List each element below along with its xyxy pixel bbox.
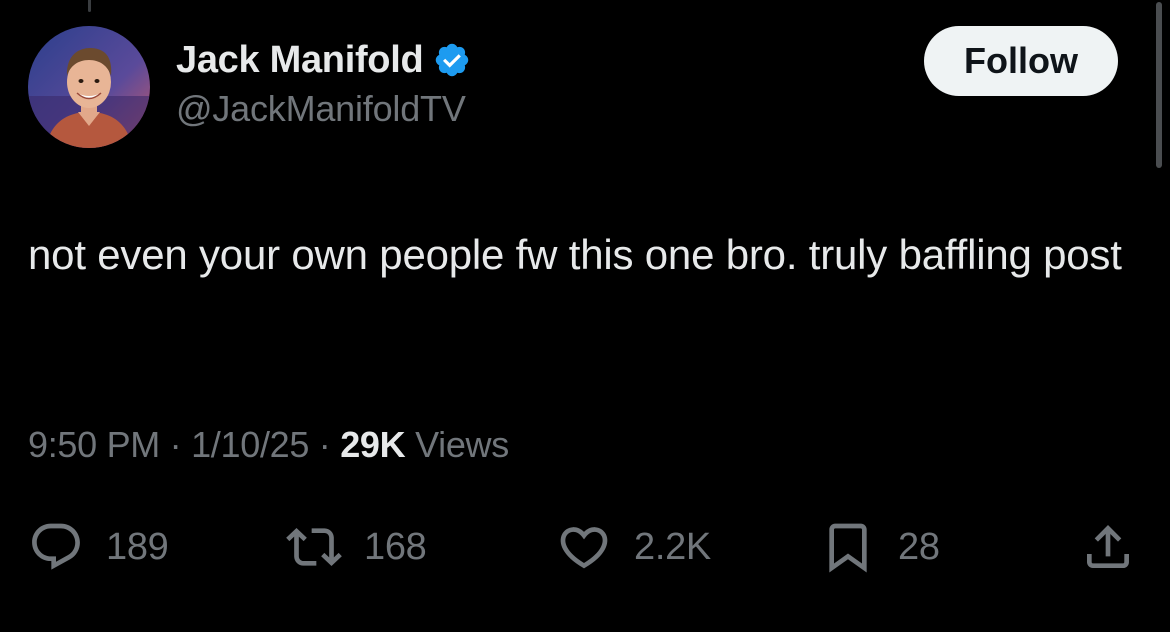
bookmark-count: 28 (898, 525, 940, 568)
tweet-text: not even your own people fw this one bro… (28, 231, 1122, 278)
reply-button[interactable]: 189 (28, 515, 169, 579)
tweet-time[interactable]: 9:50 PM (28, 424, 160, 465)
author-info: Jack Manifold @JackManifoldTV (176, 38, 471, 130)
retweet-icon (286, 528, 342, 566)
avatar[interactable] (28, 26, 150, 148)
scrollbar[interactable] (1156, 2, 1162, 168)
top-divider-tick (88, 0, 91, 12)
display-name[interactable]: Jack Manifold (176, 39, 424, 82)
bookmark-button[interactable]: 28 (820, 515, 940, 579)
bookmark-icon (829, 523, 867, 573)
heart-icon (560, 527, 608, 569)
views-count[interactable]: 29K (340, 424, 405, 465)
reply-icon (32, 523, 80, 570)
name-row: Jack Manifold (176, 38, 471, 82)
retweet-count: 168 (364, 525, 427, 568)
share-button[interactable] (1080, 515, 1136, 579)
reply-count: 189 (106, 525, 169, 568)
retweet-button[interactable]: 168 (286, 515, 427, 579)
handle[interactable]: @JackManifoldTV (176, 88, 471, 130)
meta-separator: · (318, 424, 331, 465)
meta-separator: · (169, 424, 182, 465)
views-label: Views (415, 424, 509, 465)
action-bar: 189 168 2.2K 28 (28, 515, 1140, 579)
avatar-photo (28, 26, 150, 148)
like-count: 2.2K (634, 525, 711, 568)
tweet-meta: 9:50 PM · 1/10/25 · 29K Views (28, 424, 509, 466)
tweet-header: Jack Manifold @JackManifoldTV Follow (28, 26, 1118, 148)
like-button[interactable]: 2.2K (556, 515, 711, 579)
share-icon (1087, 525, 1129, 568)
verified-badge-icon[interactable] (433, 41, 471, 79)
tweet-date[interactable]: 1/10/25 (191, 424, 309, 465)
follow-button[interactable]: Follow (924, 26, 1118, 96)
